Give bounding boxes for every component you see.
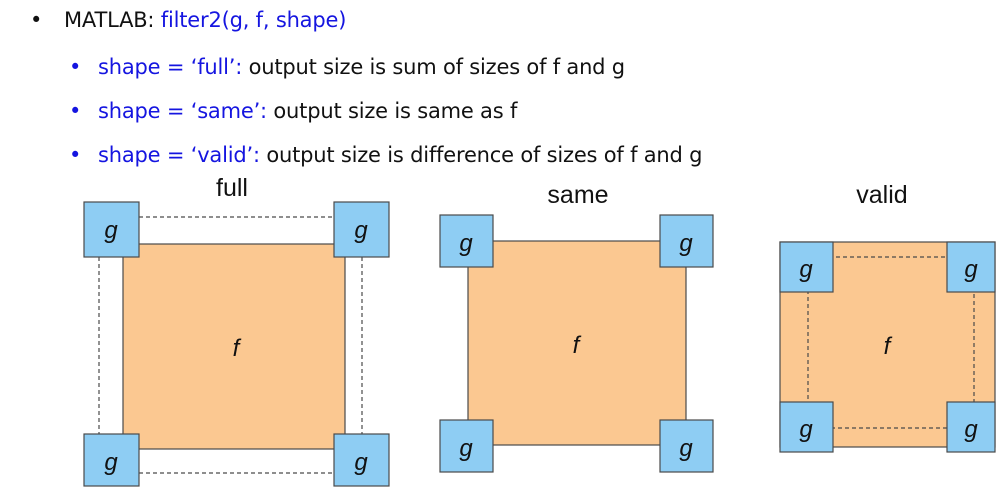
kernel-label: g	[459, 230, 473, 257]
kernel-label: g	[354, 449, 368, 476]
kernel-label: g	[104, 449, 118, 476]
diagram: full f g g g g same f g g g g valid f g …	[83, 174, 996, 487]
kernel-label: g	[679, 435, 693, 462]
kernel-label: g	[679, 230, 693, 257]
kernel-label: g	[354, 217, 368, 244]
kernel-label: g	[799, 256, 813, 283]
panel-valid: valid f g g g g	[779, 181, 996, 453]
panel-title-full: full	[216, 174, 248, 202]
kernel-label: g	[799, 416, 813, 443]
kernel-label: g	[104, 217, 118, 244]
panel-same: same f g g g g	[439, 181, 714, 473]
panel-title-valid: valid	[856, 181, 907, 209]
kernel-label: g	[964, 256, 978, 283]
panel-title-same: same	[547, 181, 608, 209]
kernel-label: g	[964, 416, 978, 443]
panel-full: full f g g g g	[83, 174, 390, 487]
kernel-label: g	[459, 435, 473, 462]
